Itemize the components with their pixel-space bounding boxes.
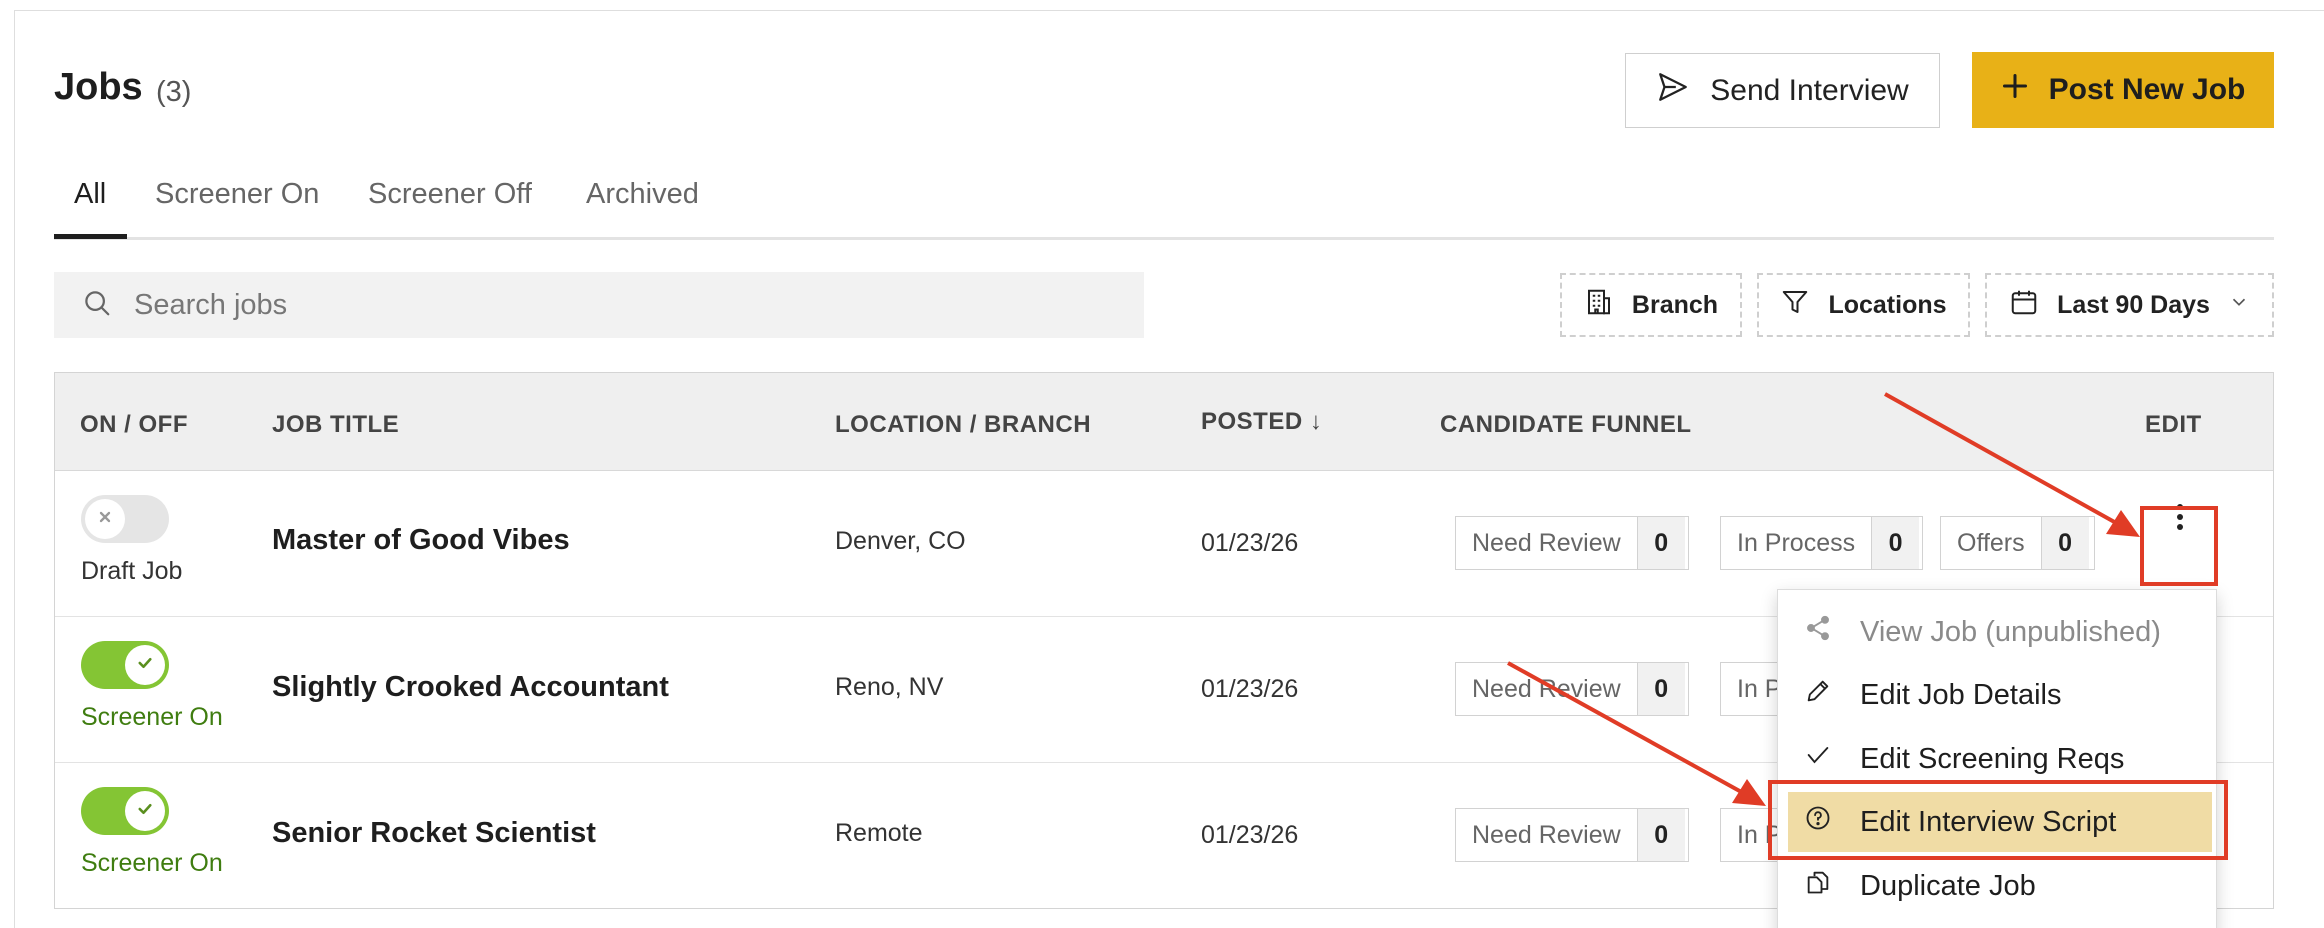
job-posted-date: 01/23/26 [1201, 821, 1299, 849]
check-icon [1804, 741, 1832, 777]
toggle-knob [125, 791, 165, 831]
branch-filter[interactable]: Branch [1560, 273, 1742, 337]
tab-all[interactable]: All [74, 178, 106, 211]
page-title: Jobs [54, 66, 143, 108]
share-icon [1804, 614, 1832, 650]
funnel-label: Need Review [1472, 820, 1621, 849]
toggle-knob [125, 645, 165, 685]
search-input[interactable] [134, 288, 1034, 322]
funnel-count: 0 [1871, 517, 1920, 569]
column-header-funnel: CANDIDATE FUNNEL [1440, 411, 1692, 438]
funnel-need-review[interactable]: Need Review 0 [1455, 808, 1689, 862]
job-toggle[interactable] [81, 641, 169, 689]
menu-item-edit-job-details[interactable]: Edit Job Details [1778, 665, 2216, 725]
column-header-on-off: ON / OFF [80, 411, 188, 438]
funnel-offers[interactable]: Offers 0 [1940, 516, 2095, 570]
check-icon [136, 654, 154, 677]
job-location: Denver, CO [835, 527, 966, 555]
column-header-location: LOCATION / BRANCH [835, 411, 1092, 438]
post-new-job-label: Post New Job [2048, 73, 2246, 106]
column-header-job-title: JOB TITLE [272, 411, 400, 438]
menu-item-view-job[interactable]: View Job (unpublished) [1778, 602, 2216, 662]
calendar-icon [2009, 287, 2039, 324]
post-new-job-button[interactable]: Post New Job [1972, 52, 2274, 128]
tab-screener-on[interactable]: Screener On [155, 178, 319, 211]
building-icon [1584, 287, 1614, 324]
job-toggle[interactable] [81, 787, 169, 835]
menu-item-label: Edit Job Details [1860, 678, 2062, 711]
branch-filter-label: Branch [1631, 290, 1719, 319]
chevron-down-icon [2228, 291, 2250, 320]
job-posted-date: 01/23/26 [1201, 529, 1299, 557]
column-header-posted[interactable]: POSTED ↓ [1201, 408, 1322, 436]
job-posted-date: 01/23/26 [1201, 675, 1299, 703]
annotation-highlight-box [1768, 780, 2228, 860]
funnel-count: 0 [2040, 517, 2089, 569]
funnel-need-review[interactable]: Need Review 0 [1455, 662, 1689, 716]
job-status: Screener On [81, 849, 223, 877]
job-count: (3) [156, 76, 192, 108]
funnel-in-process[interactable]: In Process 0 [1720, 516, 1923, 570]
funnel-need-review[interactable]: Need Review 0 [1455, 516, 1689, 570]
job-status: Screener On [81, 703, 223, 731]
row-actions-menu: View Job (unpublished) Edit Job Details … [1777, 589, 2217, 928]
funnel-count: 0 [1636, 517, 1685, 569]
search-icon [82, 288, 112, 323]
funnel-count: 0 [1636, 809, 1685, 861]
send-icon [1656, 70, 1690, 112]
send-interview-label: Send Interview [1710, 73, 1909, 107]
locations-filter-label: Locations [1828, 290, 1947, 319]
locations-filter[interactable]: Locations [1757, 273, 1970, 337]
annotation-highlight-box [2140, 506, 2218, 586]
funnel-label: Offers [1957, 528, 2025, 557]
table-header: ON / OFF JOB TITLE LOCATION / BRANCH POS… [55, 373, 2273, 471]
job-tabs: All Screener On Screener Off Archived [54, 168, 2274, 240]
column-header-edit: EDIT [2145, 411, 2202, 438]
send-interview-button[interactable]: Send Interview [1625, 53, 1940, 128]
funnel-label: Need Review [1472, 528, 1621, 557]
plus-icon [2001, 72, 2029, 108]
funnel-count: 0 [1636, 663, 1685, 715]
job-title[interactable]: Senior Rocket Scientist [272, 817, 596, 850]
date-range-filter[interactable]: Last 90 Days [1985, 273, 2274, 337]
menu-item-label: Duplicate Job [1860, 869, 2036, 902]
search-bar [54, 272, 1144, 338]
filter-icon [1780, 287, 1810, 324]
job-title[interactable]: Slightly Crooked Accountant [272, 671, 669, 704]
toggle-knob [85, 499, 125, 539]
tab-screener-off[interactable]: Screener Off [368, 178, 532, 211]
menu-item-label: Edit Screening Reqs [1860, 742, 2125, 775]
job-title[interactable]: Master of Good Vibes [272, 524, 570, 557]
x-icon [97, 509, 113, 530]
check-icon [136, 800, 154, 823]
copy-icon [1804, 868, 1832, 904]
job-location: Reno, NV [835, 673, 944, 701]
date-range-label: Last 90 Days [2057, 290, 2210, 319]
funnel-label: In Process [1737, 528, 1856, 557]
tab-archived[interactable]: Archived [586, 178, 699, 211]
menu-item-duplicate-job[interactable]: Duplicate Job [1778, 856, 2216, 916]
job-toggle[interactable] [81, 495, 169, 543]
job-location: Remote [835, 819, 923, 847]
job-status: Draft Job [81, 557, 183, 585]
pencil-icon [1804, 677, 1832, 713]
active-tab-indicator [54, 234, 127, 239]
menu-item-label: View Job (unpublished) [1860, 615, 2161, 648]
funnel-label: Need Review [1472, 674, 1621, 703]
